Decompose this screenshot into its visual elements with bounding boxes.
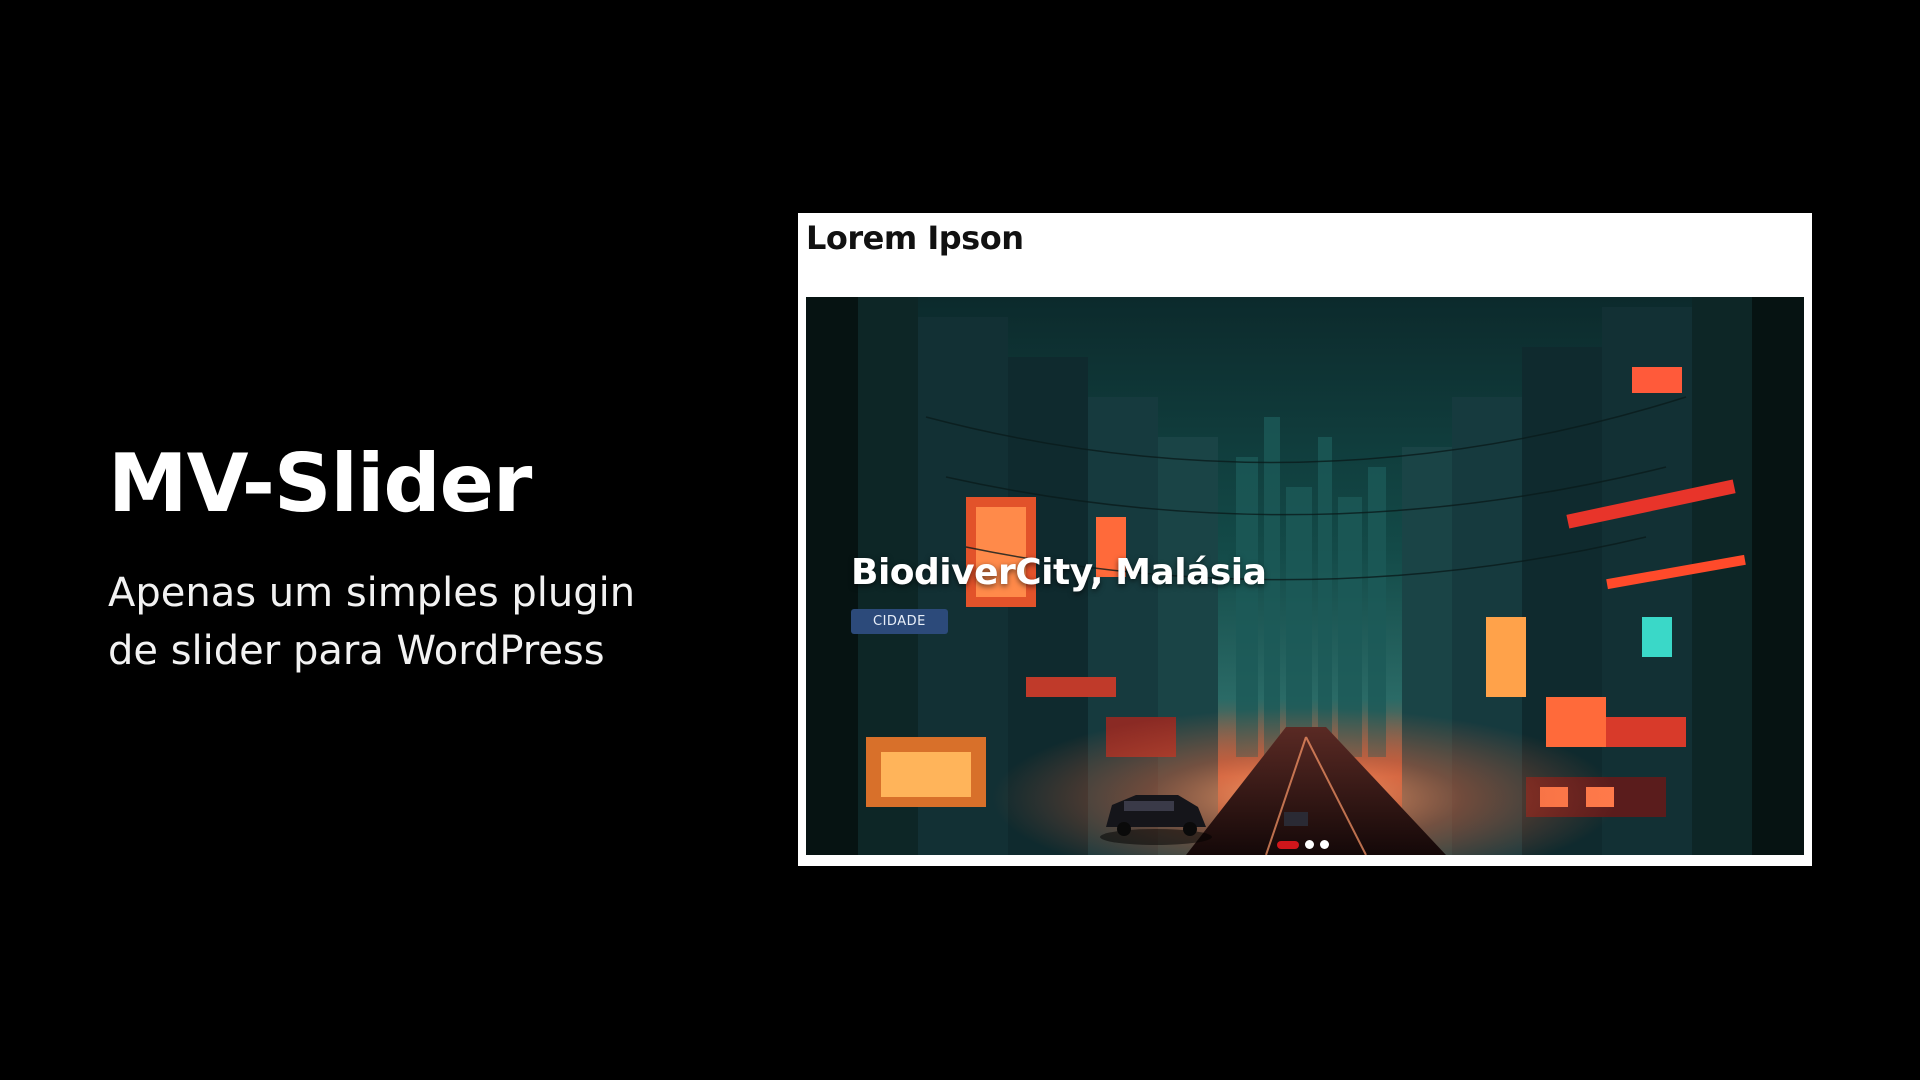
image-slider[interactable]: BiodiverCity, Malásia CIDADE [806, 297, 1804, 855]
preview-heading: Lorem Ipson [806, 219, 1024, 257]
hero-subtitle: Apenas um simples plugin de slider para … [108, 564, 708, 680]
slide-title: BiodiverCity, Malásia [851, 552, 1267, 593]
hero-title: MV-Slider [108, 437, 532, 530]
hero-section: MV-Slider Apenas um simples plugin de sl… [108, 440, 728, 680]
pagination-dot-2[interactable] [1305, 840, 1314, 849]
page: MV-Slider Apenas um simples plugin de sl… [0, 0, 1920, 1080]
slide-caption: BiodiverCity, Malásia CIDADE [851, 552, 1267, 634]
hero-subtitle-line-2: de slider para WordPress [108, 628, 605, 674]
slider-preview-card: Lorem Ipson BiodiverCity, Malásia CIDADE [798, 213, 1812, 866]
pagination-dot-3[interactable] [1320, 840, 1329, 849]
pagination-dot-1[interactable] [1277, 840, 1299, 849]
slider-pagination [1277, 840, 1329, 849]
category-button[interactable]: CIDADE [851, 609, 948, 634]
hero-subtitle-line-1: Apenas um simples plugin [108, 570, 636, 616]
